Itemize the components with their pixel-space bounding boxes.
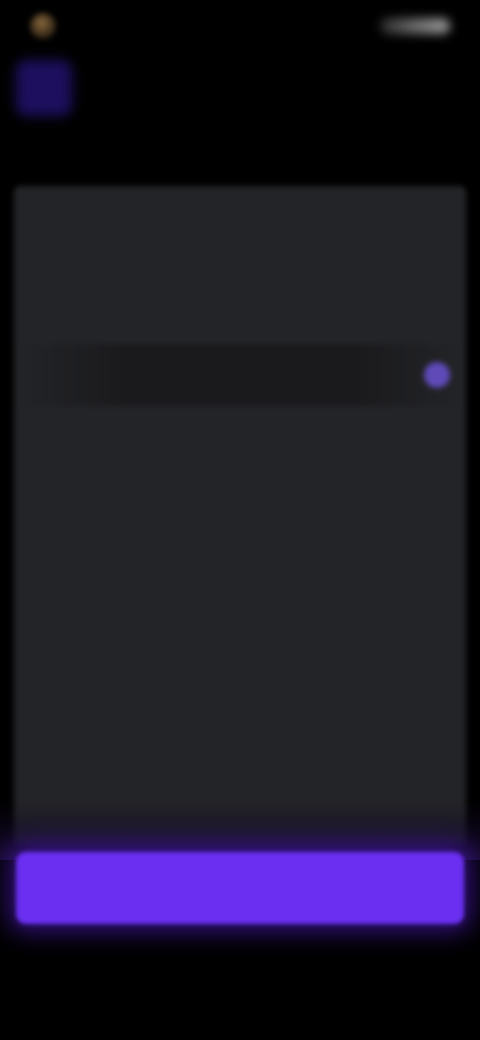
- radio-selected-icon[interactable]: [424, 362, 450, 388]
- option-item[interactable]: [14, 416, 466, 478]
- status-left: [30, 13, 66, 39]
- option-item[interactable]: [14, 272, 466, 334]
- option-item[interactable]: [14, 200, 466, 262]
- option-item[interactable]: [14, 704, 466, 766]
- header: [0, 56, 480, 126]
- status-bar: [0, 0, 480, 52]
- battery-icon: [380, 18, 450, 34]
- brand-logo: [16, 60, 72, 116]
- option-item[interactable]: [14, 488, 466, 550]
- option-item[interactable]: [14, 560, 466, 622]
- options-list: [14, 186, 466, 846]
- continue-button[interactable]: [16, 852, 464, 924]
- option-item[interactable]: [14, 632, 466, 694]
- status-icons: [380, 18, 450, 34]
- avatar-icon[interactable]: [30, 13, 56, 39]
- option-item-selected[interactable]: [14, 344, 466, 406]
- list-fade-overlay: [0, 800, 480, 860]
